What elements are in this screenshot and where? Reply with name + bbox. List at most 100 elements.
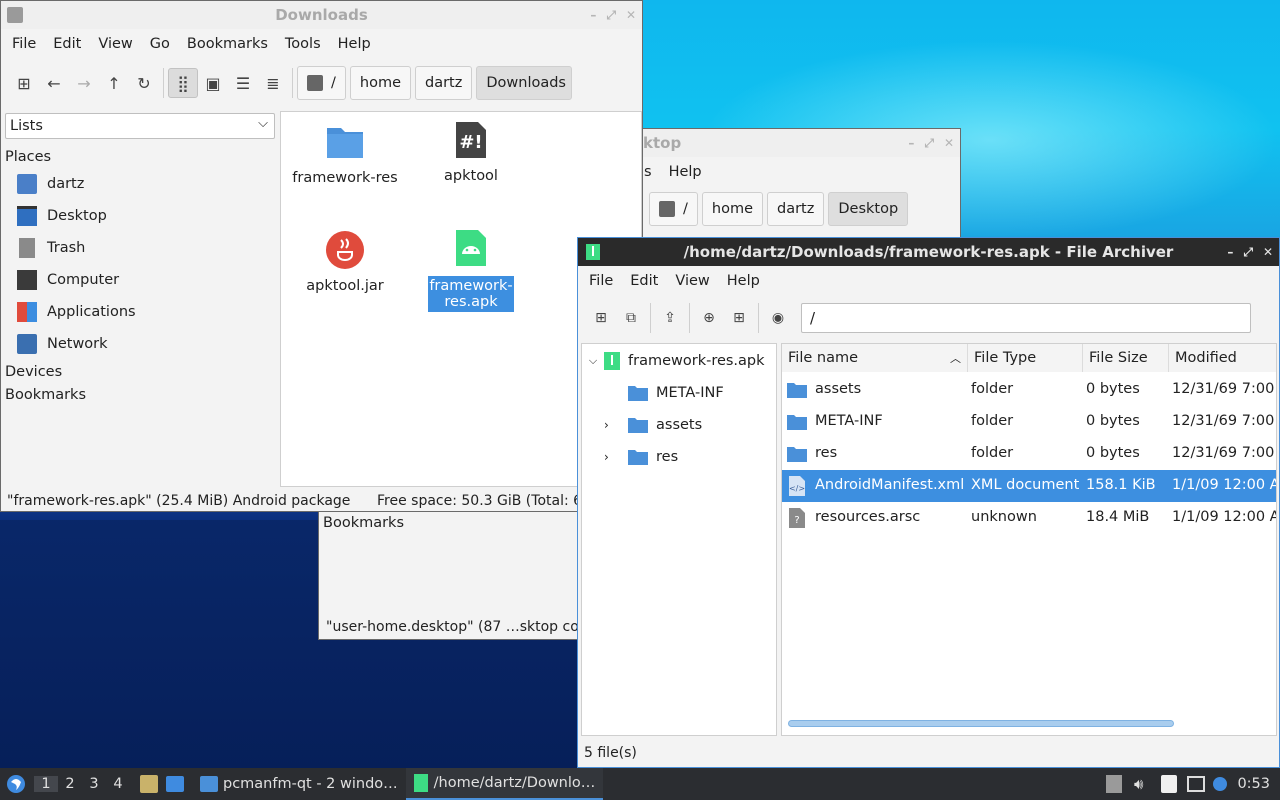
menu-help[interactable]: Help [722,273,772,289]
menu-edit[interactable]: Edit [48,36,93,52]
file-item-label-line1: framework- [429,278,513,294]
file-item-apktool-jar[interactable]: apktool.jar [290,230,400,294]
file-item-apktool[interactable]: #! apktool [416,120,526,184]
volume-icon[interactable]: 🔊︎ [1134,775,1143,793]
up-arrow-icon[interactable]: ↑ [99,68,129,98]
add-files-icon[interactable]: ⊕ [694,303,724,333]
maximize-icon[interactable]: ⤢ [924,136,934,151]
path-home-button[interactable]: home [701,192,763,226]
collapsed-chevron-icon[interactable]: › [604,418,628,432]
cell-size: 0 bytes [1086,381,1140,397]
archiver-title: /home/dartz/Downloads/framework-res.apk … [683,243,1174,261]
path-root-button[interactable]: / [649,192,698,226]
tree-item-assets[interactable]: › assets [604,412,702,438]
sidebar-item-dartz[interactable]: dartz [1,168,277,200]
menu-tools[interactable]: Tools [280,36,333,52]
tree-item-root[interactable]: ⌵ framework-res.apk [582,348,765,374]
path-home-button[interactable]: home [349,66,411,100]
collapsed-chevron-icon[interactable]: › [604,450,628,464]
path-downloads-button[interactable]: Downloads [476,66,573,100]
task-file-archiver[interactable]: /home/dartz/Downlo… [405,768,604,800]
menu-go[interactable]: Go [145,36,182,52]
menu-help[interactable]: Help [664,164,714,180]
show-desktop-icon[interactable] [166,776,184,792]
detail-list-view-icon[interactable]: ≣ [258,68,288,98]
workspace-4[interactable]: 4 [106,776,130,792]
sidebar-item-computer[interactable]: Computer [1,264,277,296]
archiver-menubar: File Edit View Help [578,266,1279,296]
sidebar-item-trash[interactable]: Trash [1,232,277,264]
maximize-icon[interactable]: ⤢ [1243,245,1253,260]
workspace-3[interactable]: 3 [82,776,106,792]
add-folder-icon[interactable]: ⊞ [724,303,754,333]
file-manager-launcher-icon[interactable] [140,775,158,793]
script-icon: #! [456,122,486,158]
archiver-titlebar[interactable]: /home/dartz/Downloads/framework-res.apk … [578,238,1279,266]
tree-item-meta-inf[interactable]: META-INF [604,380,724,406]
file-archiver-window: /home/dartz/Downloads/framework-res.apk … [577,237,1280,768]
file-item-framework-res-apk[interactable]: framework- res.apk [416,228,526,312]
path-dartz-button[interactable]: dartz [767,192,825,226]
sidebar-item-desktop[interactable]: Desktop [1,200,277,232]
location-input[interactable]: / [801,303,1251,333]
menu-file[interactable]: File [584,273,625,289]
menu-file[interactable]: File [7,36,48,52]
path-root-button[interactable]: / [297,66,346,100]
close-icon[interactable]: ✕ [1263,245,1273,259]
column-header-file-name[interactable]: File name ︿ [782,344,968,372]
table-row[interactable]: assets folder 0 bytes 12/31/69 7:00 P [782,374,1276,406]
menu-edit[interactable]: Edit [625,273,670,289]
horizontal-scrollbar[interactable] [788,720,1174,727]
path-dartz-button[interactable]: dartz [415,66,473,100]
path-desktop-button[interactable]: Desktop [828,192,909,226]
minimize-icon[interactable]: – [908,136,914,150]
clock[interactable]: 0:53 [1237,776,1270,792]
network-status-icon[interactable] [1187,776,1206,792]
table-row[interactable]: res folder 0 bytes 12/31/69 7:00 P [782,438,1276,470]
menu-help[interactable]: Help [333,36,383,52]
workspace-2[interactable]: 2 [58,776,82,792]
notification-icon[interactable] [1213,777,1228,791]
sidebar-item-label: Applications [47,304,136,320]
column-header-modified[interactable]: Modified [1169,344,1276,372]
open-archive-icon[interactable]: ⧉ [616,303,646,333]
chevron-down-icon: ⌵ [258,116,268,131]
new-tab-icon[interactable]: ⊞ [9,68,39,98]
minimize-icon[interactable]: – [1227,245,1233,259]
minimize-icon[interactable]: – [590,8,596,22]
compact-view-icon[interactable]: ☰ [228,68,258,98]
menu-view[interactable]: View [670,273,721,289]
task-pcmanfm[interactable]: pcmanfm-qt - 2 windo… [192,768,406,800]
extract-icon[interactable]: ⇪ [655,303,685,333]
column-header-file-type[interactable]: File Type [968,344,1083,372]
maximize-icon[interactable]: ⤢ [606,8,616,23]
close-icon[interactable]: ✕ [626,8,636,22]
back-arrow-icon[interactable]: ← [39,68,69,98]
icon-view-icon[interactable]: ⣿ [168,68,198,98]
table-row[interactable]: ? resources.arsc unknown 18.4 MiB 1/1/09… [782,502,1276,534]
table-row[interactable]: META-INF folder 0 bytes 12/31/69 7:00 P [782,406,1276,438]
clipboard-icon[interactable] [1161,775,1178,793]
workspace-1[interactable]: 1 [34,776,58,792]
table-row-selected[interactable]: </> AndroidManifest.xml XML document 158… [782,470,1276,502]
folder-icon [7,7,23,23]
file-item-framework-res[interactable]: framework-res [290,122,400,186]
sidebar-item-network[interactable]: Network [1,328,277,360]
downloads-titlebar[interactable]: Downloads – ⤢ ✕ [1,1,642,29]
side-pane-mode-value: Lists [10,118,43,134]
menu-bookmarks[interactable]: Bookmarks [182,36,280,52]
forward-arrow-icon[interactable]: → [69,68,99,98]
sidebar-item-applications[interactable]: Applications [1,296,277,328]
thumbnail-view-icon[interactable]: ▣ [198,68,228,98]
tree-item-res[interactable]: › res [604,444,678,470]
side-pane-mode-select[interactable]: Lists ⌵ [5,113,275,139]
sidebar-item-label: Desktop [47,208,107,224]
removable-drive-icon[interactable] [1105,775,1122,793]
reload-icon[interactable]: ↻ [129,68,159,98]
stop-icon[interactable]: ◉ [763,303,793,333]
menu-view[interactable]: View [93,36,144,52]
column-header-file-size[interactable]: File Size [1083,344,1169,372]
new-archive-icon[interactable]: ⊞ [586,303,616,333]
close-icon[interactable]: ✕ [944,136,954,150]
start-menu-icon[interactable] [6,774,26,794]
